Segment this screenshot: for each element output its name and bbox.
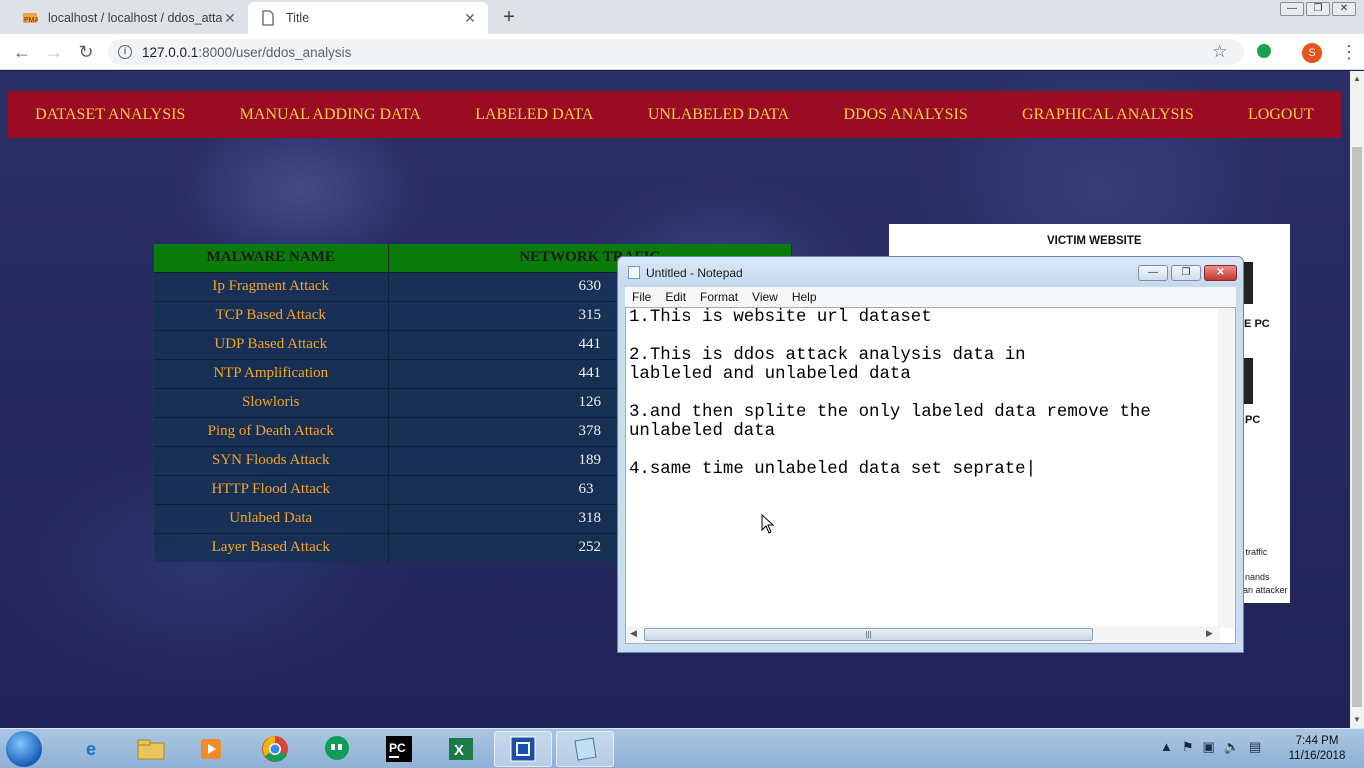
menu-help[interactable]: Help bbox=[785, 290, 824, 304]
nav-unlabeled-data[interactable]: UNLABELED DATA bbox=[648, 106, 789, 124]
start-button[interactable] bbox=[6, 731, 42, 767]
menu-view[interactable]: View bbox=[745, 290, 785, 304]
pycharm-icon[interactable]: PC bbox=[370, 731, 428, 767]
mouse-cursor-icon bbox=[761, 514, 775, 534]
column-header-malware-name: MALWARE NAME bbox=[154, 244, 389, 272]
scroll-right-arrow-icon[interactable]: ▶ bbox=[1206, 628, 1213, 639]
malware-name-cell: TCP Based Attack bbox=[154, 300, 389, 330]
nav-logout[interactable]: LOGOUT bbox=[1248, 106, 1314, 124]
malware-name-cell: SYN Floods Attack bbox=[154, 445, 389, 475]
clock-time: 7:44 PM bbox=[1295, 735, 1339, 747]
browser-menu-icon[interactable]: ⋮ bbox=[1340, 41, 1358, 63]
file-explorer-icon[interactable] bbox=[122, 731, 180, 767]
malware-name-cell: HTTP Flood Attack bbox=[154, 474, 389, 504]
menu-file[interactable]: File bbox=[625, 290, 658, 304]
notepad-minimize-button[interactable]: — bbox=[1138, 265, 1168, 281]
chrome-icon[interactable] bbox=[246, 731, 304, 767]
malware-name-cell: Ip Fragment Attack bbox=[154, 271, 389, 301]
close-tab-icon[interactable]: ✕ bbox=[462, 10, 478, 27]
notepad-close-button[interactable]: ✕ bbox=[1204, 265, 1237, 281]
browser-tab-phpmyadmin[interactable]: PMA localhost / localhost / ddos_attac ✕ bbox=[10, 2, 248, 34]
diagram-note: an attacker bbox=[1243, 585, 1288, 595]
site-info-icon[interactable]: i bbox=[118, 45, 132, 59]
notepad-title: Untitled - Notepad bbox=[646, 266, 743, 280]
notepad-horizontal-scrollbar[interactable]: ◀ ||| ▶ bbox=[626, 626, 1220, 643]
show-hidden-icons-icon[interactable]: ▲ bbox=[1160, 739, 1173, 755]
internet-explorer-icon[interactable]: e bbox=[62, 731, 120, 767]
action-center-flag-icon[interactable]: ⚑ bbox=[1182, 739, 1194, 755]
maximize-window-button[interactable]: ❐ bbox=[1306, 2, 1330, 16]
excel-icon[interactable]: X bbox=[432, 731, 490, 767]
pc-label: IE PC bbox=[1241, 318, 1270, 330]
close-window-button[interactable]: ✕ bbox=[1332, 2, 1356, 16]
close-tab-icon[interactable]: ✕ bbox=[222, 10, 238, 27]
browser-tab-bar: PMA localhost / localhost / ddos_attac ✕… bbox=[0, 0, 1364, 34]
notepad-text-area[interactable]: 1.This is website url dataset 2.This is … bbox=[625, 307, 1236, 644]
scroll-up-arrow-icon[interactable]: ▲ bbox=[1353, 74, 1361, 83]
nav-dataset-analysis[interactable]: DATASET ANALYSIS bbox=[35, 106, 185, 124]
svg-text:PMA: PMA bbox=[24, 17, 38, 24]
scrollbar-thumb[interactable] bbox=[1352, 147, 1362, 707]
profile-avatar[interactable]: S bbox=[1302, 43, 1322, 63]
page-scrollbar[interactable]: ▲ ▼ bbox=[1350, 71, 1364, 728]
notepad-vertical-scrollbar[interactable] bbox=[1218, 308, 1235, 628]
back-arrow-icon[interactable]: ← bbox=[11, 41, 33, 63]
scroll-down-arrow-icon[interactable]: ▼ bbox=[1353, 715, 1361, 724]
nav-ddos-analysis[interactable]: DDOS ANALYSIS bbox=[844, 106, 968, 124]
victim-website-title: VICTIM WEBSITE bbox=[1047, 235, 1142, 247]
malware-name-cell: Ping of Death Attack bbox=[154, 416, 389, 446]
menu-edit[interactable]: Edit bbox=[658, 290, 693, 304]
malware-name-cell: Layer Based Attack bbox=[154, 532, 389, 562]
scroll-left-arrow-icon[interactable]: ◀ bbox=[630, 628, 637, 639]
system-tray: ▲ ⚑ ▣ 🔈 ▤ bbox=[1160, 739, 1261, 755]
notepad-window[interactable]: Untitled - Notepad — ❐ ✕ File Edit Forma… bbox=[617, 256, 1244, 653]
svg-text:PC: PC bbox=[389, 741, 406, 755]
hangouts-icon[interactable] bbox=[308, 731, 366, 767]
nav-graphical-analysis[interactable]: GRAPHICAL ANALYSIS bbox=[1022, 106, 1194, 124]
malware-name-cell: Slowloris bbox=[154, 387, 389, 417]
malware-name-cell: UDP Based Attack bbox=[154, 329, 389, 359]
phpmyadmin-favicon-icon: PMA bbox=[22, 10, 40, 26]
volume-icon[interactable]: 🔈 bbox=[1224, 739, 1240, 755]
malware-name-cell: NTP Amplification bbox=[154, 358, 389, 388]
notepad-maximize-button[interactable]: ❐ bbox=[1171, 265, 1201, 281]
nav-manual-adding-data[interactable]: MANUAL ADDING DATA bbox=[240, 106, 421, 124]
browser-toolbar: ← → ↻ i 127.0.0.1:8000/user/ddos_analysi… bbox=[0, 34, 1364, 70]
svg-text:X: X bbox=[454, 742, 464, 759]
main-navbar: DATASET ANALYSIS MANUAL ADDING DATA LABE… bbox=[8, 91, 1341, 138]
diagram-note: nands bbox=[1245, 572, 1270, 582]
tab-title: localhost / localhost / ddos_attac bbox=[48, 11, 222, 25]
forward-arrow-icon[interactable]: → bbox=[43, 41, 65, 63]
page-icon bbox=[260, 10, 276, 26]
clock-date: 11/16/2018 bbox=[1288, 750, 1346, 762]
url-path: :8000/user/ddos_analysis bbox=[198, 44, 352, 60]
diagram-note: l traffic bbox=[1241, 547, 1268, 557]
nav-labeled-data[interactable]: LABELED DATA bbox=[475, 106, 593, 124]
malware-name-cell: Unlabed Data bbox=[154, 503, 389, 533]
notepad-content[interactable]: 1.This is website url dataset 2.This is … bbox=[629, 308, 1219, 479]
windows-taskbar: e PC X ▲ ⚑ ▣ 🔈 ▤ 7:44 PM 11/16/2018 bbox=[0, 728, 1364, 768]
reload-icon[interactable]: ↻ bbox=[75, 41, 97, 63]
minimize-window-button[interactable]: — bbox=[1280, 2, 1304, 16]
taskbar-clock[interactable]: 7:44 PM 11/16/2018 bbox=[1284, 734, 1350, 764]
language-icon[interactable]: ▤ bbox=[1249, 739, 1261, 755]
address-bar[interactable]: i 127.0.0.1:8000/user/ddos_analysis bbox=[108, 39, 1244, 65]
remote-desktop-icon[interactable] bbox=[494, 731, 552, 767]
browser-tab-title[interactable]: Title ✕ bbox=[248, 2, 488, 34]
bookmark-star-icon[interactable]: ☆ bbox=[1212, 42, 1227, 62]
menu-format[interactable]: Format bbox=[693, 290, 745, 304]
notepad-title-bar[interactable]: Untitled - Notepad — ❐ ✕ bbox=[618, 257, 1243, 287]
notepad-taskbar-icon[interactable] bbox=[556, 731, 614, 767]
url-host: 127.0.0.1 bbox=[142, 44, 199, 60]
notepad-hscroll-thumb[interactable]: ||| bbox=[644, 628, 1093, 641]
new-tab-button[interactable]: + bbox=[498, 6, 520, 28]
tab-title: Title bbox=[286, 11, 310, 25]
pc-label: PC bbox=[1245, 414, 1261, 426]
window-controls: — ❐ ✕ bbox=[1280, 2, 1356, 16]
notepad-app-icon bbox=[628, 266, 640, 279]
extension-icon[interactable] bbox=[1257, 44, 1271, 58]
media-player-icon[interactable] bbox=[182, 731, 240, 767]
network-icon[interactable]: ▣ bbox=[1203, 739, 1215, 755]
notepad-menu-bar: File Edit Format View Help bbox=[625, 287, 1236, 307]
